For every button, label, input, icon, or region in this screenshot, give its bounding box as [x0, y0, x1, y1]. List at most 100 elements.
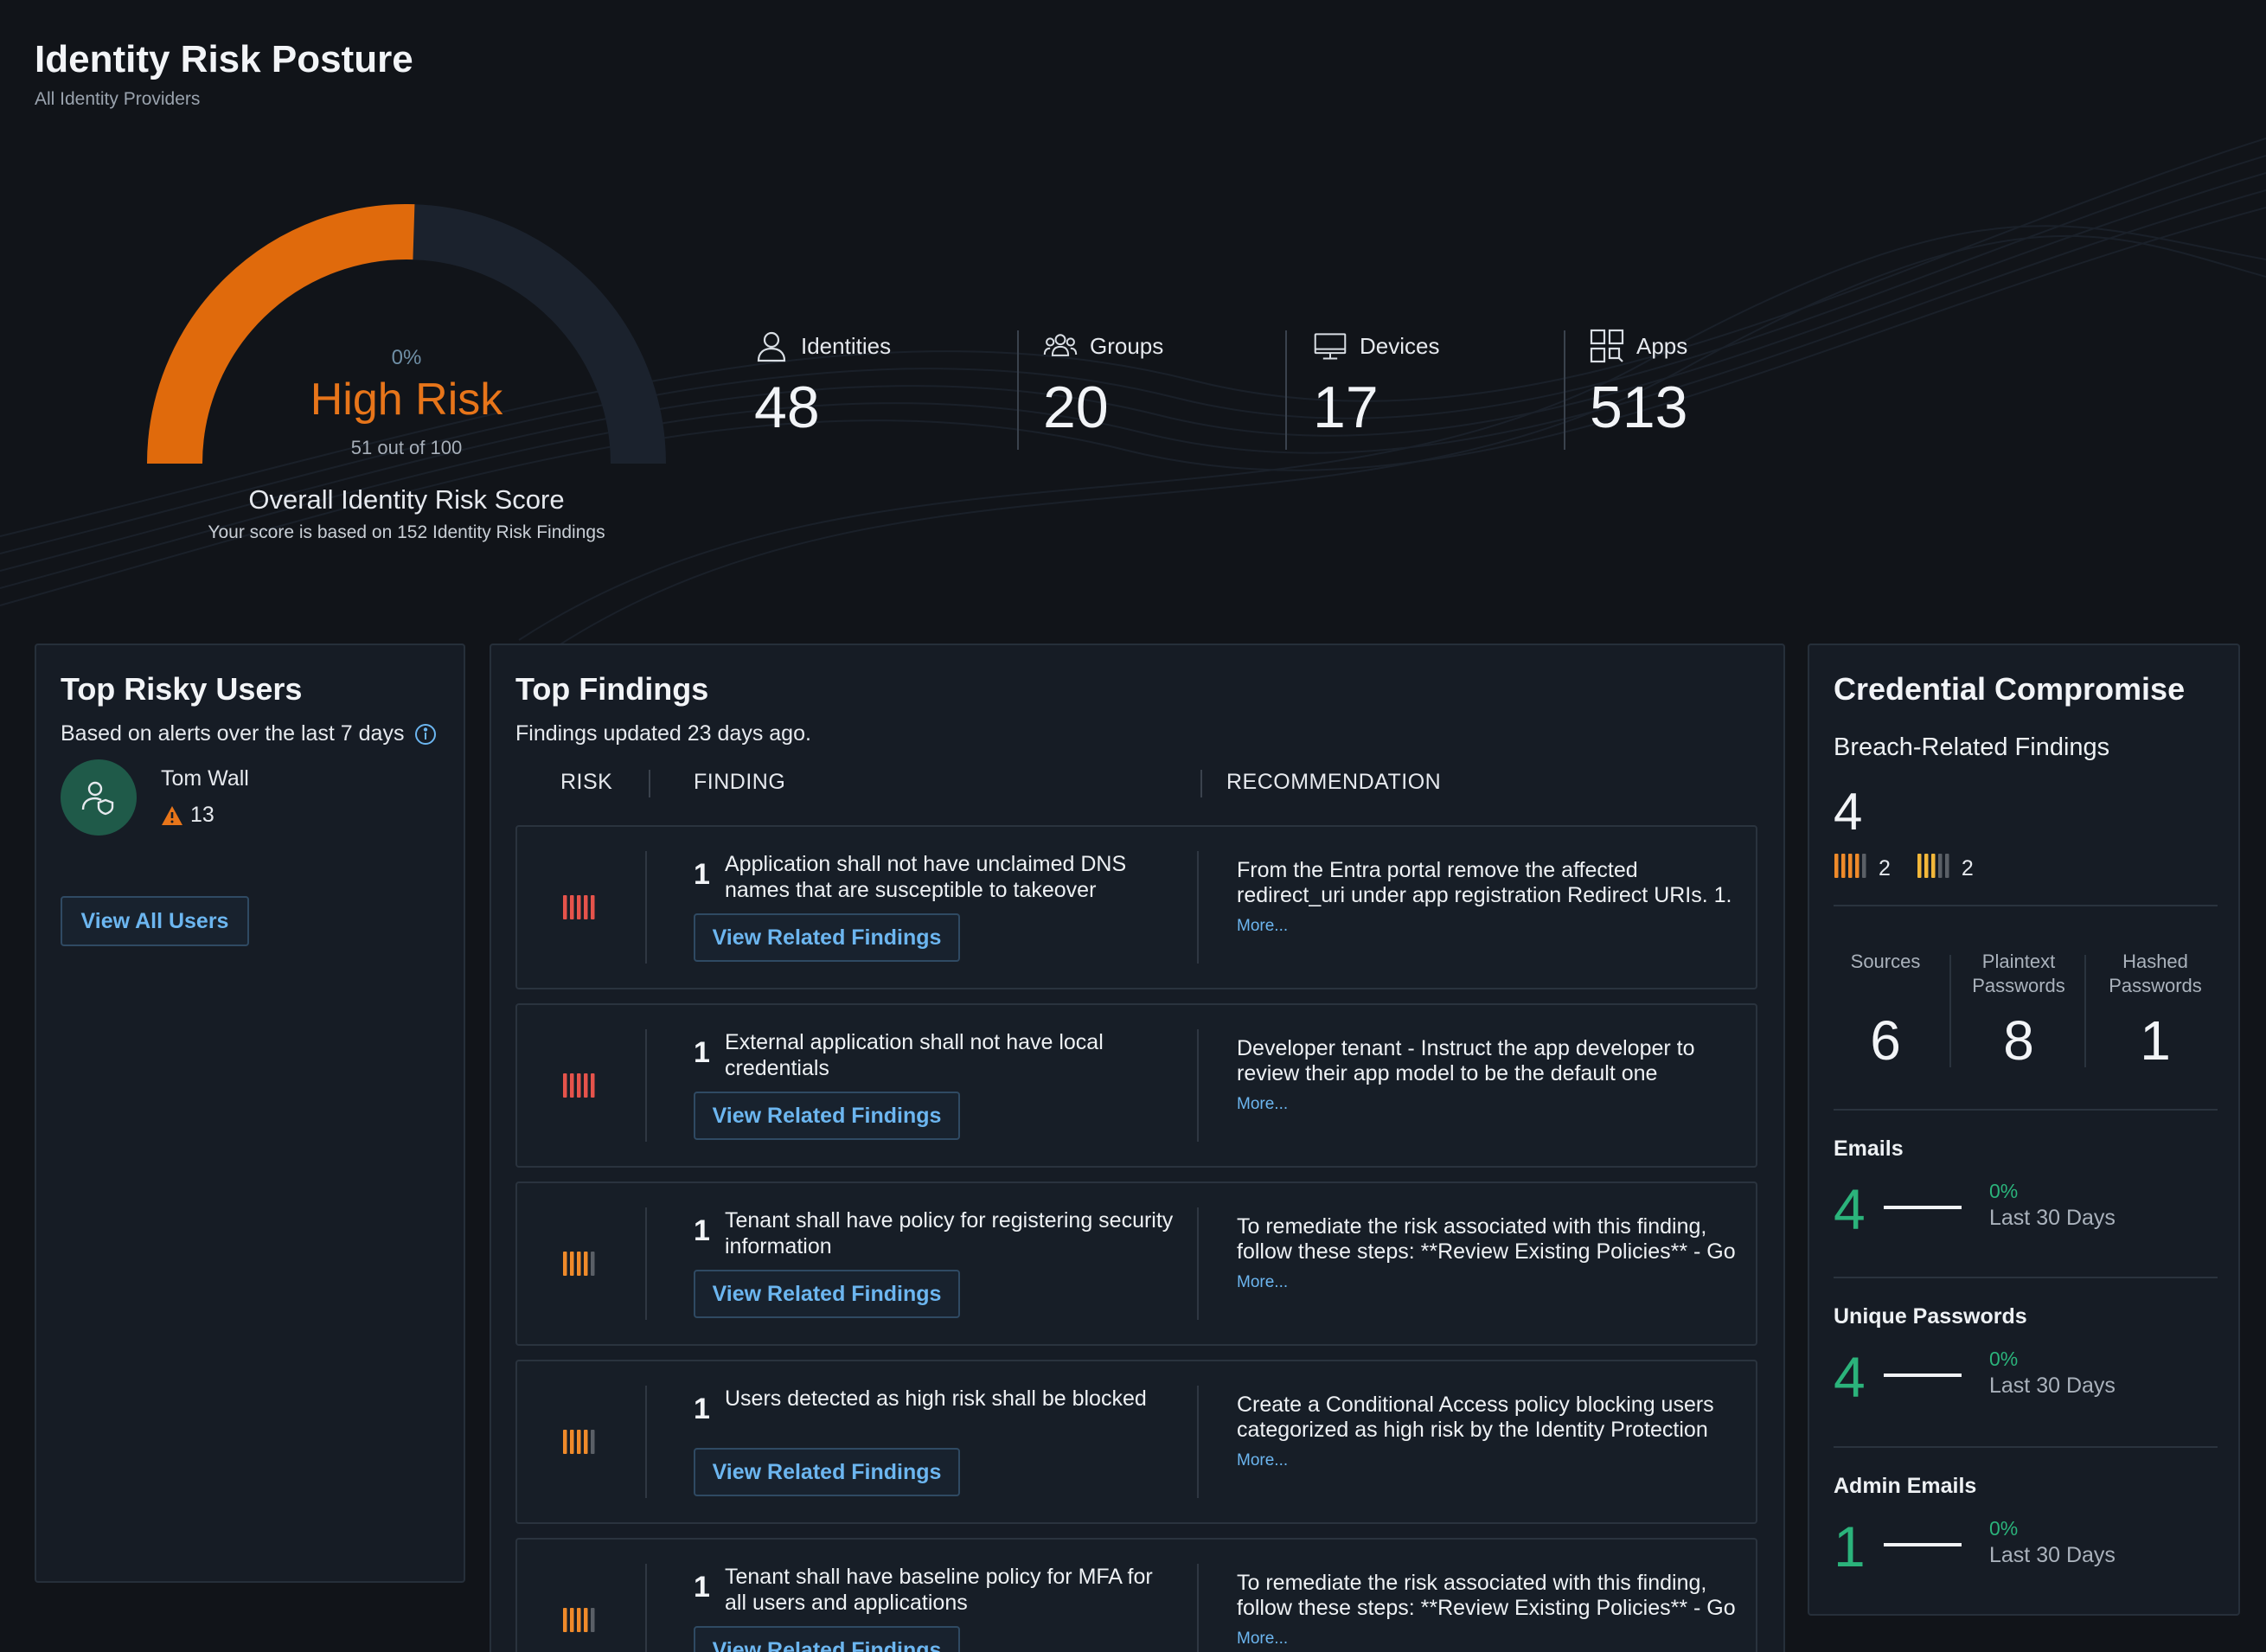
- stat-label: Apps: [1636, 332, 1688, 359]
- stat-apps[interactable]: Apps 513: [1590, 329, 1687, 450]
- metric-period: Last 30 Days: [1989, 1373, 2116, 1398]
- finding-row[interactable]: 1 Application shall not have unclaimed DN…: [515, 825, 1757, 989]
- finding-text: Tenant shall have policy for registering…: [725, 1208, 1174, 1258]
- stat-value: 48: [754, 375, 820, 440]
- column-divider: [1197, 851, 1199, 964]
- stat-value: 6: [1870, 1009, 1901, 1072]
- metric-value: 4: [1834, 1345, 1866, 1409]
- stat-devices[interactable]: Devices 17: [1313, 329, 1439, 450]
- severity-count: 2: [1961, 856, 1974, 880]
- avatar[interactable]: [61, 759, 137, 836]
- column-divider: [649, 770, 650, 797]
- column-header-risk[interactable]: RISK: [560, 770, 612, 795]
- column-divider: [645, 1207, 647, 1320]
- breach-severity-breakdown: 2 2: [1834, 853, 1974, 885]
- more-link[interactable]: More...: [1237, 1630, 1288, 1649]
- view-related-findings-button[interactable]: View Related Findings: [694, 913, 960, 962]
- risk-score-text: 51 out of 100: [350, 437, 463, 458]
- user-icon: [757, 331, 786, 362]
- warning-icon: [162, 805, 182, 825]
- recommendation-text: Create a Conditional Access policy block…: [1237, 1393, 1714, 1442]
- view-related-findings-button[interactable]: View Related Findings: [694, 1448, 960, 1496]
- finding-row[interactable]: 1 Users detected as high risk shall be bl…: [515, 1360, 1757, 1524]
- page-title: Identity Risk Posture: [35, 38, 413, 80]
- column-header-recommendation[interactable]: RECOMMENDATION: [1226, 770, 1441, 795]
- severity-high-icon: [562, 1429, 599, 1459]
- stat-value: 1: [2140, 1009, 2171, 1072]
- finding-count: 1: [694, 1036, 710, 1069]
- metric-label: Emails: [1834, 1137, 1904, 1161]
- top-risky-users-panel: Top Risky Users Based on alerts over the…: [35, 644, 465, 1583]
- finding-text: Tenant shall have baseline policy for MF…: [725, 1565, 1153, 1615]
- view-related-findings-button[interactable]: View Related Findings: [694, 1626, 960, 1652]
- risky-user-alerts: 13: [161, 803, 214, 828]
- stat-label: Identities: [801, 332, 892, 359]
- column-divider: [1197, 1564, 1199, 1652]
- findings-updated-text: Findings updated 23 days ago.: [515, 721, 811, 746]
- stat-label: Hashed Passwords: [2109, 951, 2202, 996]
- divider: [1834, 905, 2218, 906]
- column-divider: [645, 1564, 647, 1652]
- more-link[interactable]: More...: [1237, 917, 1288, 936]
- severity-critical-icon: [562, 894, 599, 925]
- column-header-finding[interactable]: FINDING: [694, 770, 785, 795]
- column-divider: [1197, 1207, 1199, 1320]
- info-icon[interactable]: [414, 723, 437, 746]
- stat-divider: [1285, 330, 1287, 450]
- stat-label: Devices: [1360, 332, 1440, 359]
- stat-value: 8: [2003, 1009, 2034, 1072]
- stat-divider: [1949, 955, 1951, 1067]
- finding-row[interactable]: 1 Tenant shall have baseline policy for M…: [515, 1538, 1757, 1652]
- stat-identities[interactable]: Identities 48: [754, 329, 891, 450]
- finding-count: 1: [694, 858, 710, 891]
- severity-high-icon: [562, 1251, 599, 1281]
- score-title: Overall Identity Risk Score: [248, 484, 565, 515]
- group-icon: [1043, 334, 1078, 356]
- divider: [1834, 1109, 2218, 1111]
- risky-user-name[interactable]: Tom Wall: [161, 766, 249, 791]
- trend-line: [1884, 1206, 1962, 1209]
- plaintext-passwords-stat[interactable]: Plaintext Passwords 8: [1955, 950, 2083, 1073]
- more-link[interactable]: More...: [1237, 1095, 1288, 1114]
- stat-label: Plaintext Passwords: [1972, 951, 2065, 996]
- severity-high-icon: [1834, 853, 1870, 885]
- sources-stat[interactable]: Sources 6: [1821, 950, 1949, 1073]
- metric-label: Admin Emails: [1834, 1474, 1977, 1498]
- basis-text: Based on alerts over the last 7 days: [61, 721, 405, 746]
- stat-groups[interactable]: Groups 20: [1043, 329, 1163, 450]
- metric-change: 0%: [1989, 1180, 2019, 1202]
- breach-findings-value[interactable]: 4: [1834, 782, 1862, 842]
- column-divider: [645, 1386, 647, 1498]
- emails-metric[interactable]: Emails 4 0% Last 30 Days: [1834, 1137, 2218, 1292]
- view-related-findings-button[interactable]: View Related Findings: [694, 1092, 960, 1140]
- more-link[interactable]: More...: [1237, 1273, 1288, 1292]
- page-subtitle: All Identity Providers: [35, 89, 201, 109]
- trend-line: [1884, 1373, 1962, 1377]
- finding-row[interactable]: 1 Tenant shall have policy for registerin…: [515, 1181, 1757, 1346]
- stat-value: 20: [1043, 375, 1109, 440]
- severity-critical-icon: [562, 1073, 599, 1103]
- user-shield-icon: [81, 781, 114, 816]
- view-all-users-button[interactable]: View All Users: [61, 896, 249, 946]
- column-divider: [645, 1029, 647, 1142]
- hashed-passwords-stat[interactable]: Hashed Passwords 1: [2091, 950, 2219, 1073]
- stat-divider: [1564, 330, 1565, 450]
- unique-passwords-metric[interactable]: Unique Passwords 4 0% Last 30 Days: [1834, 1304, 2218, 1460]
- finding-row[interactable]: 1 External application shall not have loc…: [515, 1003, 1757, 1168]
- metric-value: 4: [1834, 1177, 1866, 1241]
- metric-period: Last 30 Days: [1989, 1543, 2116, 1567]
- stat-label: Groups: [1090, 332, 1164, 359]
- view-related-findings-button[interactable]: View Related Findings: [694, 1270, 960, 1318]
- breach-findings-title: Breach-Related Findings: [1834, 733, 2110, 761]
- top-findings-panel: Top Findings Findings updated 23 days ag…: [490, 644, 1785, 1652]
- stat-divider: [1017, 330, 1019, 450]
- severity-high-icon: [562, 1607, 599, 1637]
- admin-emails-metric[interactable]: Admin Emails 1 0% Last 30 Days: [1834, 1474, 2218, 1630]
- monitor-icon: [1314, 333, 1347, 360]
- recommendation-text: Developer tenant - Instruct the app deve…: [1237, 1036, 1695, 1085]
- more-link[interactable]: More...: [1237, 1451, 1288, 1470]
- risk-level-label: High Risk: [310, 375, 503, 425]
- column-divider: [645, 851, 647, 964]
- recommendation-text: To remediate the risk associated with th…: [1237, 1214, 1736, 1264]
- panel-title: Top Findings: [515, 671, 709, 707]
